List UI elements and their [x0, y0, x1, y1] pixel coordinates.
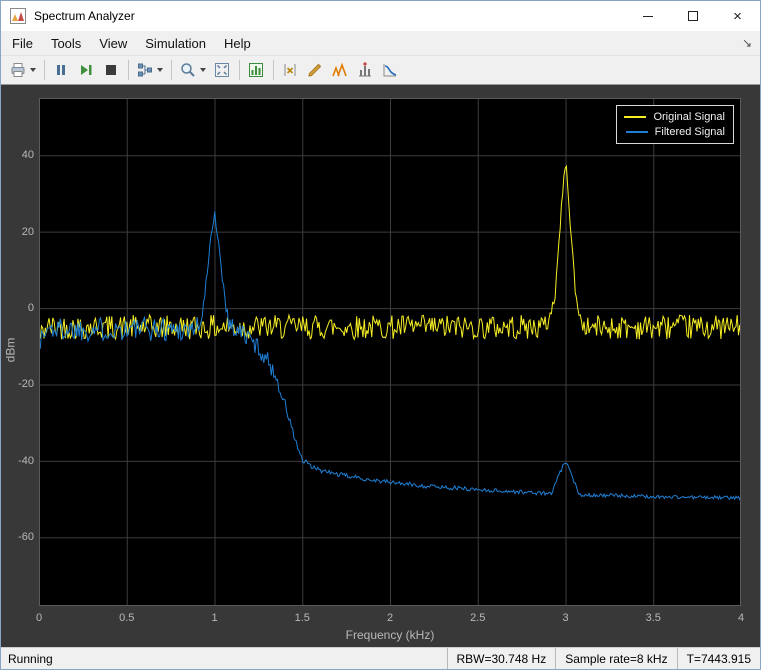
status-time: T=7443.915 [677, 648, 760, 669]
toolbar-separator [239, 60, 240, 80]
menu-item-simulation[interactable]: Simulation [136, 33, 215, 54]
distortion-measurements-icon [356, 61, 374, 79]
status-spacer [53, 648, 447, 669]
stop-icon [102, 61, 120, 79]
spectrum-settings-icon [247, 61, 265, 79]
x-tick-label: 4 [738, 611, 744, 625]
print-export-dropdown-button[interactable] [6, 58, 39, 82]
menu-bar: File Tools View Simulation Help ↘ [1, 31, 760, 55]
pause-icon [52, 61, 70, 79]
x-tick-label: 1 [211, 611, 217, 625]
spectrum-settings-button[interactable] [244, 58, 268, 82]
legend-label: Original Signal [653, 111, 725, 123]
legend-entry: Original Signal [624, 109, 725, 124]
toolbar-separator [171, 60, 172, 80]
close-button[interactable]: × [715, 1, 760, 31]
x-tick-label: 3.5 [646, 611, 661, 625]
peak-finder-icon [331, 61, 349, 79]
stop-button[interactable] [99, 58, 123, 82]
x-tick-label: 1.5 [295, 611, 310, 625]
status-sample-rate: Sample rate=8 kHz [555, 648, 676, 669]
app-icon [10, 8, 26, 24]
distortion-measurements-button[interactable] [353, 58, 377, 82]
ccdf-measurements-button[interactable] [378, 58, 402, 82]
x-axis-label: Frequency (kHz) [346, 628, 435, 642]
peak-finder-button[interactable] [328, 58, 352, 82]
toolbar-separator [128, 60, 129, 80]
y-axis-label: dBm [3, 338, 17, 363]
window-title: Spectrum Analyzer [34, 9, 625, 23]
status-rbw: RBW=30.748 Hz [447, 648, 556, 669]
zoom-icon [179, 61, 197, 79]
axes[interactable]: Original Signal Filtered Signal [39, 98, 741, 606]
y-tick-label: -60 [1, 530, 34, 544]
x-tick-label: 0 [36, 611, 42, 625]
spectrum-analyzer-window: Spectrum Analyzer × File Tools View Simu… [0, 0, 761, 670]
toolbar-separator [44, 60, 45, 80]
menu-item-file[interactable]: File [3, 33, 42, 54]
signal-statistics-button[interactable] [303, 58, 327, 82]
dropdown-caret-icon [30, 68, 36, 72]
toolbar [1, 55, 760, 85]
legend-entry: Filtered Signal [624, 124, 725, 139]
minimize-icon [643, 16, 653, 17]
zoom-dropdown-button[interactable] [176, 58, 209, 82]
y-tick-label: -40 [1, 454, 34, 468]
y-tick-label: 20 [1, 225, 34, 239]
legend[interactable]: Original Signal Filtered Signal [616, 105, 734, 144]
dropdown-caret-icon [200, 68, 206, 72]
fit-to-view-icon [213, 61, 231, 79]
x-tick-label: 2.5 [470, 611, 485, 625]
x-tick-label: 2 [387, 611, 393, 625]
dock-icon[interactable]: ↘ [742, 36, 752, 50]
y-tick-label: 0 [1, 301, 34, 315]
cursor-measurements-icon [281, 61, 299, 79]
x-tick-label: 3 [562, 611, 568, 625]
step-forward-button[interactable] [74, 58, 98, 82]
maximize-button[interactable] [670, 1, 715, 31]
fit-to-view-button[interactable] [210, 58, 234, 82]
dropdown-caret-icon [157, 68, 163, 72]
y-tick-label: 40 [1, 148, 34, 162]
minimize-button[interactable] [625, 1, 670, 31]
figure: dBm Frequency (kHz) Original Signal Filt… [1, 85, 760, 647]
status-running: Running [1, 648, 53, 669]
menu-item-help[interactable]: Help [215, 33, 260, 54]
printer-icon [9, 61, 27, 79]
cursor-measurements-button[interactable] [278, 58, 302, 82]
maximize-icon [688, 11, 698, 21]
signal-selection-icon [136, 61, 154, 79]
legend-label: Filtered Signal [655, 126, 725, 138]
close-icon: × [733, 9, 742, 24]
toolbar-separator [273, 60, 274, 80]
status-bar: Running RBW=30.748 Hz Sample rate=8 kHz … [1, 647, 760, 669]
y-tick-label: -20 [1, 377, 34, 391]
signal-selection-dropdown-button[interactable] [133, 58, 166, 82]
step-forward-icon [77, 61, 95, 79]
spectrum-plot [39, 98, 741, 606]
signal-statistics-icon [306, 61, 324, 79]
legend-swatch [624, 116, 646, 118]
legend-swatch [626, 131, 648, 133]
menu-item-view[interactable]: View [90, 33, 136, 54]
pause-button[interactable] [49, 58, 73, 82]
x-tick-label: 0.5 [119, 611, 134, 625]
ccdf-icon [381, 61, 399, 79]
title-bar: Spectrum Analyzer × [1, 1, 760, 31]
menu-item-tools[interactable]: Tools [42, 33, 90, 54]
